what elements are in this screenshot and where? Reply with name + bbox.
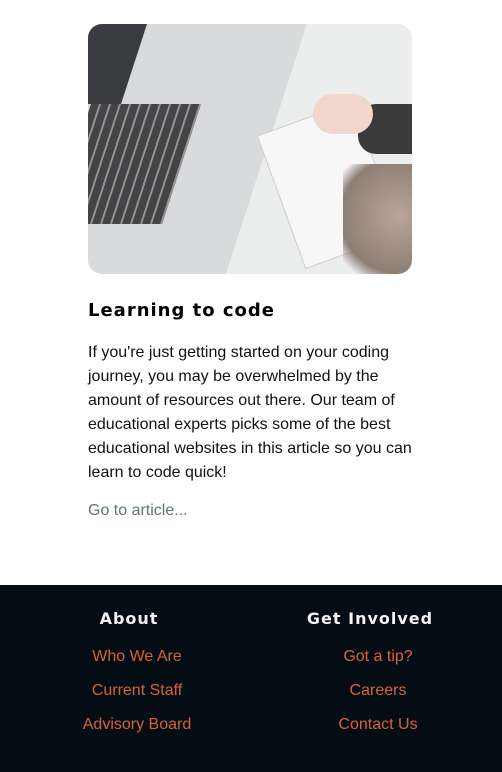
footer: About Who We Are Current Staff Advisory …	[0, 585, 502, 772]
footer-about: About Who We Are Current Staff Advisory …	[17, 609, 257, 750]
footer-link-contact-us[interactable]: Contact Us	[258, 716, 498, 750]
article-title: Learning to code	[88, 300, 276, 321]
footer-link-advisory-board[interactable]: Advisory Board	[17, 716, 257, 750]
footer-link-current-staff[interactable]: Current Staff	[17, 682, 257, 716]
footer-link-who-we-are[interactable]: Who We Are	[17, 648, 257, 682]
footer-link-got-a-tip[interactable]: Got a tip?	[258, 648, 498, 682]
footer-heading: Get Involved	[306, 609, 434, 628]
go-to-article-link[interactable]: Go to article...	[88, 502, 412, 520]
hand-illustration	[313, 94, 373, 134]
footer-heading: About	[99, 609, 159, 628]
article-body: If you're just getting started on your c…	[88, 344, 412, 481]
article-image	[88, 24, 412, 274]
footer-link-careers[interactable]: Careers	[258, 682, 498, 716]
article-card: Learning to code If you're just getting …	[88, 24, 412, 520]
hair-illustration	[343, 164, 412, 274]
footer-get-involved: Get Involved Got a tip? Careers Contact …	[258, 609, 498, 750]
